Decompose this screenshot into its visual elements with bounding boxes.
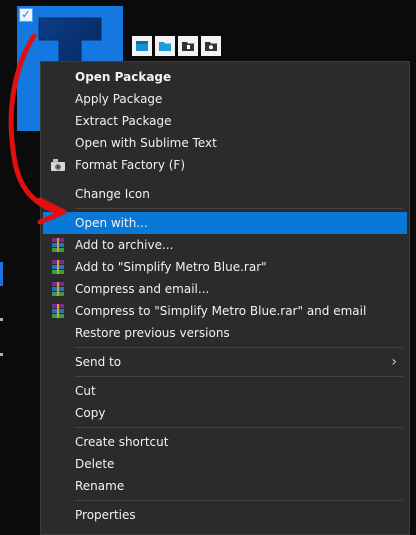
menu-item-open-with[interactable]: Open with... xyxy=(43,212,407,234)
menu-separator xyxy=(75,208,403,209)
menu-item-send-to[interactable]: Send to › xyxy=(43,351,407,373)
menu-item-label: Rename xyxy=(75,479,125,493)
menu-separator xyxy=(75,376,403,377)
menu-item-label: Add to "Simplify Metro Blue.rar" xyxy=(75,260,267,274)
menu-item-extract-package[interactable]: Extract Package xyxy=(43,110,407,132)
menu-item-label: Compress to "Simplify Metro Blue.rar" an… xyxy=(75,304,367,318)
context-menu: Open Package Apply Package Extract Packa… xyxy=(40,61,410,535)
menu-separator xyxy=(75,427,403,428)
menu-item-format-factory[interactable]: Format Factory (F) xyxy=(43,154,407,176)
menu-item-compress-rar-email[interactable]: Compress to "Simplify Metro Blue.rar" an… xyxy=(43,300,407,322)
menu-item-label: Open with Sublime Text xyxy=(75,136,217,150)
menu-item-create-shortcut[interactable]: Create shortcut xyxy=(43,431,407,453)
desktop-speck xyxy=(0,318,3,321)
file-overlay-icons xyxy=(132,36,221,56)
menu-item-label: Add to archive... xyxy=(75,238,174,252)
menu-item-label: Properties xyxy=(75,508,136,522)
chevron-right-icon: › xyxy=(391,354,397,370)
menu-item-label: Create shortcut xyxy=(75,435,169,449)
menu-item-label: Open with... xyxy=(75,216,148,230)
menu-item-add-to-archive[interactable]: Add to archive... xyxy=(43,234,407,256)
menu-item-cut[interactable]: Cut xyxy=(43,380,407,402)
desktop-taskbar-edge xyxy=(0,262,3,286)
desktop-speck xyxy=(0,353,3,356)
menu-item-properties[interactable]: Properties xyxy=(43,504,407,526)
menu-item-copy[interactable]: Copy xyxy=(43,402,407,424)
menu-item-label: Apply Package xyxy=(75,92,163,106)
menu-separator xyxy=(75,347,403,348)
winrar-icon xyxy=(52,282,64,296)
menu-item-open-sublime[interactable]: Open with Sublime Text xyxy=(43,132,407,154)
folder-icon xyxy=(155,36,175,56)
winrar-icon xyxy=(52,260,64,274)
menu-separator xyxy=(75,500,403,501)
menu-item-label: Cut xyxy=(75,384,96,398)
winrar-icon xyxy=(52,304,64,318)
menu-item-compress-email[interactable]: Compress and email... xyxy=(43,278,407,300)
winrar-icon xyxy=(52,238,64,252)
menu-item-label: Compress and email... xyxy=(75,282,210,296)
menu-item-restore-versions[interactable]: Restore previous versions xyxy=(43,322,407,344)
menu-item-label: Copy xyxy=(75,406,106,420)
window-icon xyxy=(132,36,152,56)
camera-folder-icon xyxy=(201,36,221,56)
menu-item-change-icon[interactable]: Change Icon xyxy=(43,183,407,205)
menu-item-rename[interactable]: Rename xyxy=(43,475,407,497)
menu-item-label: Delete xyxy=(75,457,115,471)
menu-item-label: Format Factory (F) xyxy=(75,158,186,172)
menu-item-label: Change Icon xyxy=(75,187,150,201)
menu-item-label: Send to xyxy=(75,355,122,369)
menu-item-delete[interactable]: Delete xyxy=(43,453,407,475)
menu-item-add-to-rar[interactable]: Add to "Simplify Metro Blue.rar" xyxy=(43,256,407,278)
menu-item-apply-package[interactable]: Apply Package xyxy=(43,88,407,110)
menu-item-label: Restore previous versions xyxy=(75,326,230,340)
format-factory-icon xyxy=(51,159,65,171)
menu-item-label: Extract Package xyxy=(75,114,172,128)
menu-item-label: Open Package xyxy=(75,70,172,84)
sync-folder-icon xyxy=(178,36,198,56)
menu-item-open-package[interactable]: Open Package xyxy=(43,66,407,88)
file-select-checkbox[interactable]: ✓ xyxy=(19,8,33,22)
